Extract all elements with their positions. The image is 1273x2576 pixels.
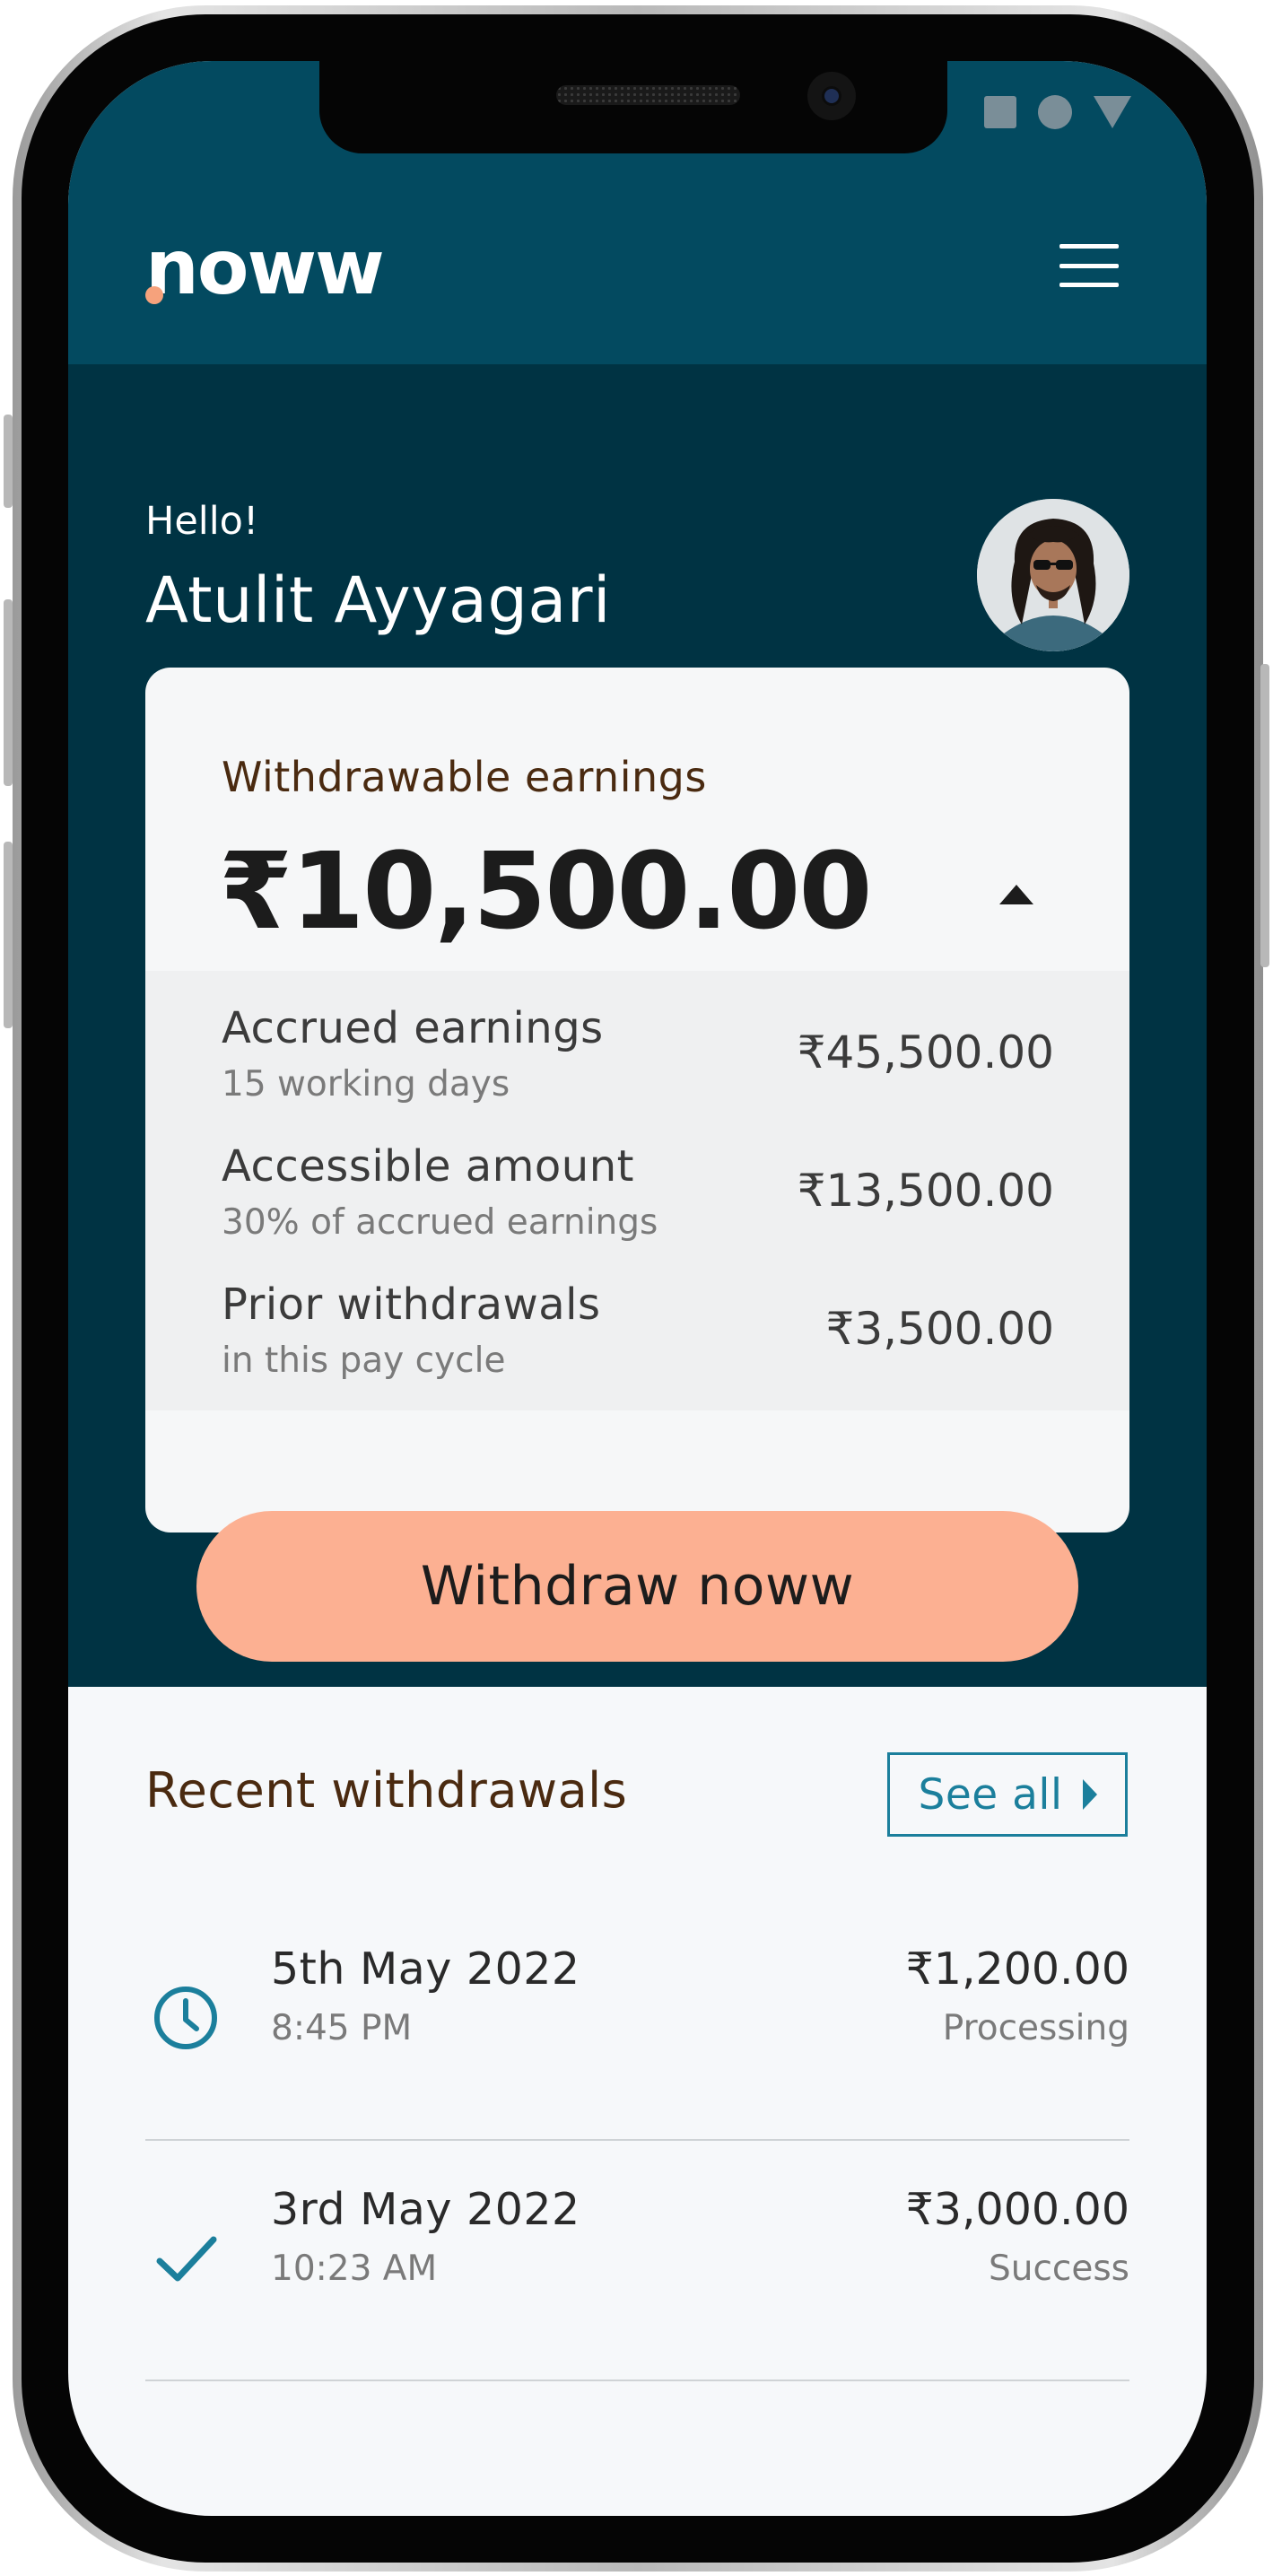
breakdown-title: Accessible amount: [222, 1141, 634, 1192]
caret-up-icon[interactable]: [999, 885, 1033, 904]
hamburger-menu-icon[interactable]: [1059, 244, 1119, 287]
recent-withdrawals-title: Recent withdrawals: [145, 1762, 628, 1819]
see-all-label: See all: [918, 1769, 1063, 1820]
withdrawal-status: Success: [989, 2249, 1129, 2289]
withdrawable-amount: ₹10,500.00: [219, 829, 872, 953]
notch: [319, 61, 947, 153]
breakdown-title: Accrued earnings: [222, 1003, 604, 1053]
front-camera: [807, 72, 856, 120]
withdrawal-amount: ₹3,000.00: [905, 2184, 1129, 2235]
hero-section: Hello! Atulit Ayyagari Withdrawable earn…: [68, 364, 1207, 1687]
greeting-text: Hello!: [145, 499, 259, 544]
earnings-breakdown: Accrued earnings 15 working days ₹45,500…: [145, 971, 1129, 1410]
clock-icon: [154, 1987, 217, 2049]
menu-line: [1059, 283, 1119, 287]
menu-line: [1059, 244, 1119, 249]
menu-line: [1059, 263, 1119, 268]
withdrawal-list-item[interactable]: 5th May 2022 8:45 PM ₹1,200.00 Processin…: [145, 1902, 1129, 2141]
triangle-icon: [1094, 96, 1131, 128]
breakdown-subtitle: 15 working days: [222, 1064, 510, 1105]
withdrawable-label: Withdrawable earnings: [222, 753, 707, 801]
breakdown-value: ₹3,500.00: [825, 1303, 1054, 1355]
checkmark-icon: [156, 2236, 217, 2282]
withdrawal-amount: ₹1,200.00: [905, 1943, 1129, 1995]
chevron-right-icon: [1082, 1779, 1097, 1810]
phone-screen: noww Hello! Atulit Ayyagari Withdrawable…: [68, 61, 1207, 2516]
user-name: Atulit Ayyagari: [145, 563, 611, 637]
breakdown-subtitle: in this pay cycle: [222, 1340, 506, 1381]
breakdown-row-accrued: Accrued earnings 15 working days ₹45,500…: [222, 1003, 1054, 1120]
power-button: [1260, 664, 1269, 967]
avatar[interactable]: [977, 499, 1129, 651]
volume-down-button: [4, 842, 13, 1028]
withdraw-button[interactable]: Withdraw noww: [196, 1511, 1078, 1662]
withdrawal-date: 5th May 2022: [271, 1943, 580, 1995]
brand-logo[interactable]: noww: [145, 230, 385, 305]
withdrawal-date: 3rd May 2022: [271, 2184, 580, 2235]
breakdown-value: ₹45,500.00: [797, 1026, 1054, 1078]
circle-icon: [1038, 95, 1072, 129]
withdrawal-time: 8:45 PM: [271, 2008, 413, 2048]
speaker-grille: [556, 85, 740, 105]
breakdown-value: ₹13,500.00: [797, 1165, 1054, 1217]
breakdown-row-prior: Prior withdrawals in this pay cycle ₹3,5…: [222, 1279, 1054, 1396]
breakdown-row-accessible: Accessible amount 30% of accrued earning…: [222, 1141, 1054, 1258]
volume-up-button: [4, 599, 13, 786]
withdrawal-list-item[interactable]: 3rd May 2022 10:23 AM ₹3,000.00 Success: [145, 2143, 1129, 2381]
avatar-portrait-icon: [977, 499, 1129, 651]
see-all-button[interactable]: See all: [887, 1752, 1128, 1837]
earnings-card: Withdrawable earnings ₹10,500.00 Accrued…: [145, 668, 1129, 1533]
withdrawal-status: Processing: [942, 2008, 1129, 2048]
silent-switch: [4, 415, 13, 508]
breakdown-title: Prior withdrawals: [222, 1279, 601, 1330]
withdrawal-time: 10:23 AM: [271, 2249, 438, 2289]
status-bar: [984, 95, 1131, 129]
breakdown-subtitle: 30% of accrued earnings: [222, 1202, 658, 1243]
logo-dot-icon: [145, 286, 163, 304]
square-icon: [984, 96, 1016, 128]
